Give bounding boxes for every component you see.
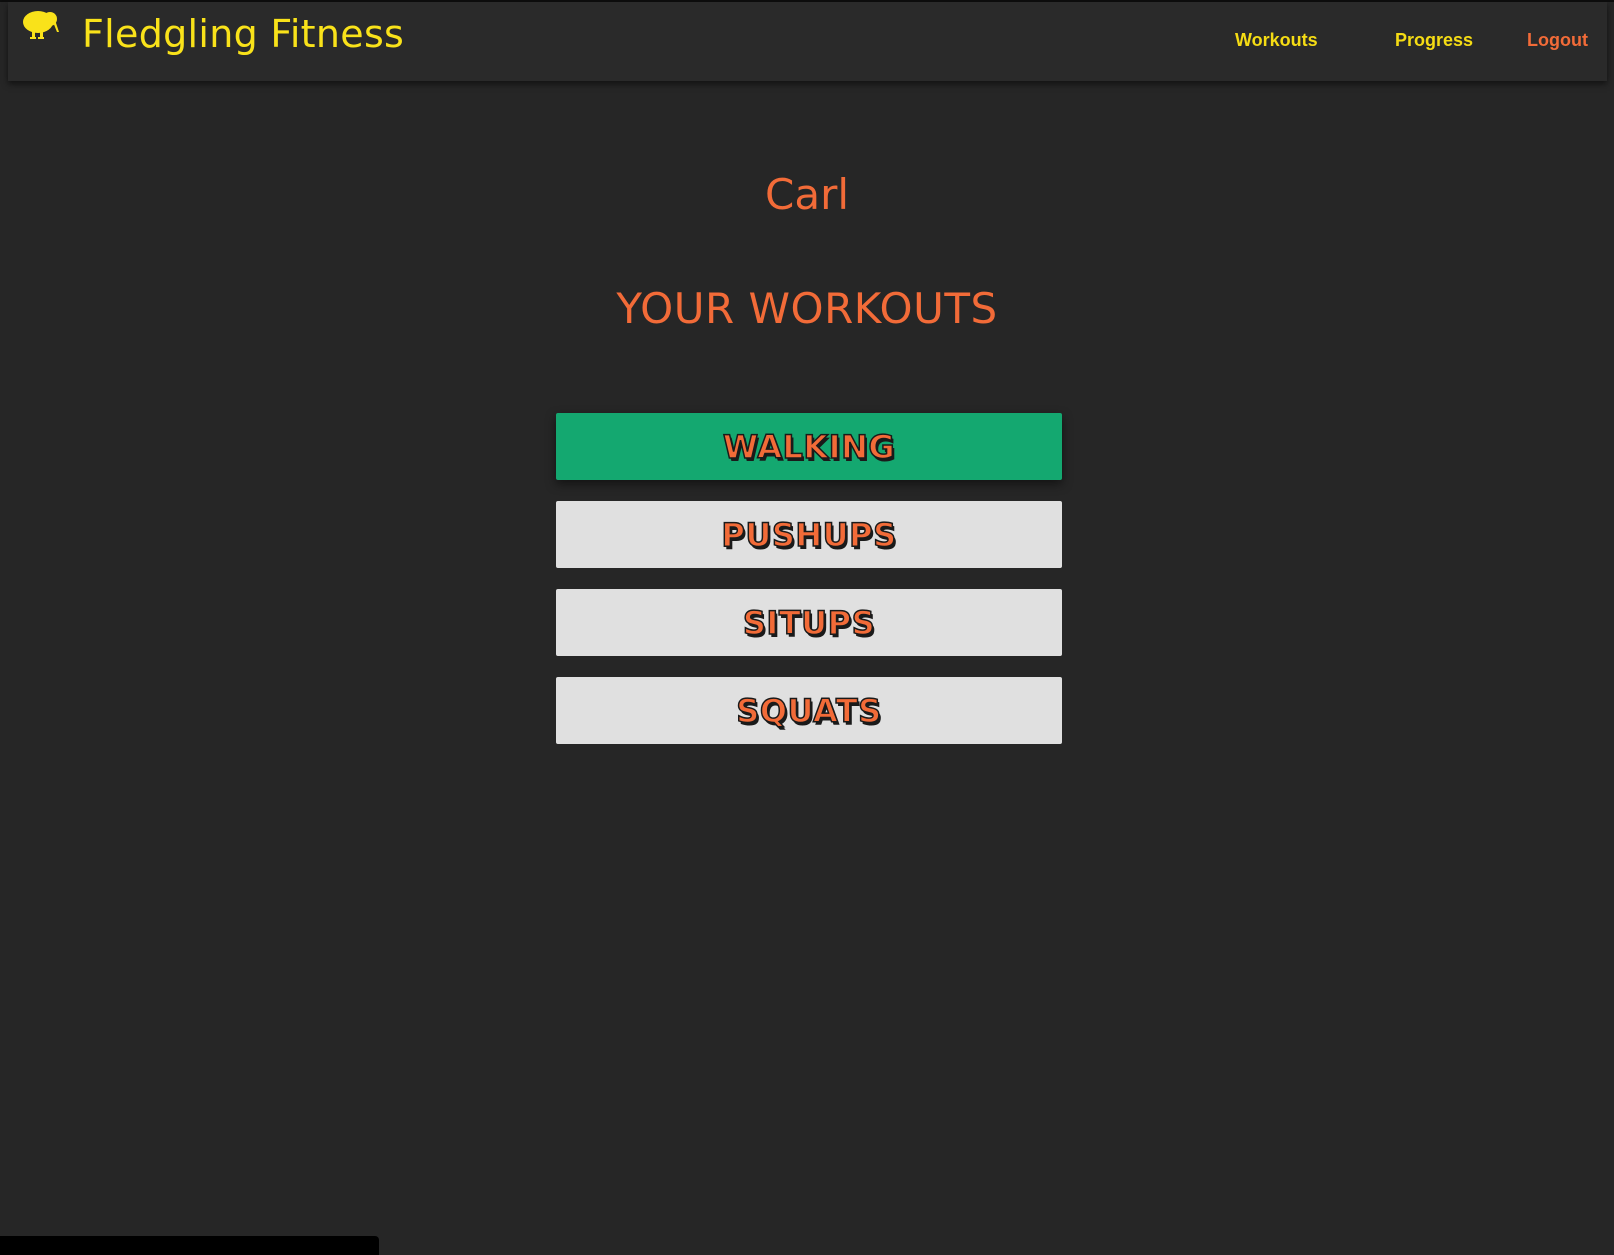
workout-button-situps[interactable]: SITUPS xyxy=(556,589,1062,656)
user-name: Carl xyxy=(765,170,849,219)
nav-workouts-link[interactable]: Workouts xyxy=(1235,30,1318,51)
kiwi-bird-icon xyxy=(22,8,60,44)
brand-link[interactable]: Fledgling Fitness xyxy=(22,10,404,58)
workout-button-squats[interactable]: SQUATS xyxy=(556,677,1062,744)
bottom-status-bar xyxy=(0,1236,379,1255)
workout-button-pushups[interactable]: PUSHUPS xyxy=(556,501,1062,568)
brand-title: Fledgling Fitness xyxy=(82,12,405,56)
workout-list: WALKING PUSHUPS SITUPS SQUATS xyxy=(556,413,1062,765)
workout-button-walking[interactable]: WALKING xyxy=(556,413,1062,480)
section-title: YOUR WORKOUTS xyxy=(616,284,998,333)
nav-progress-link[interactable]: Progress xyxy=(1395,30,1473,51)
top-navbar: Fledgling Fitness Workouts Progress Logo… xyxy=(8,2,1607,81)
nav-logout-link[interactable]: Logout xyxy=(1527,30,1588,51)
